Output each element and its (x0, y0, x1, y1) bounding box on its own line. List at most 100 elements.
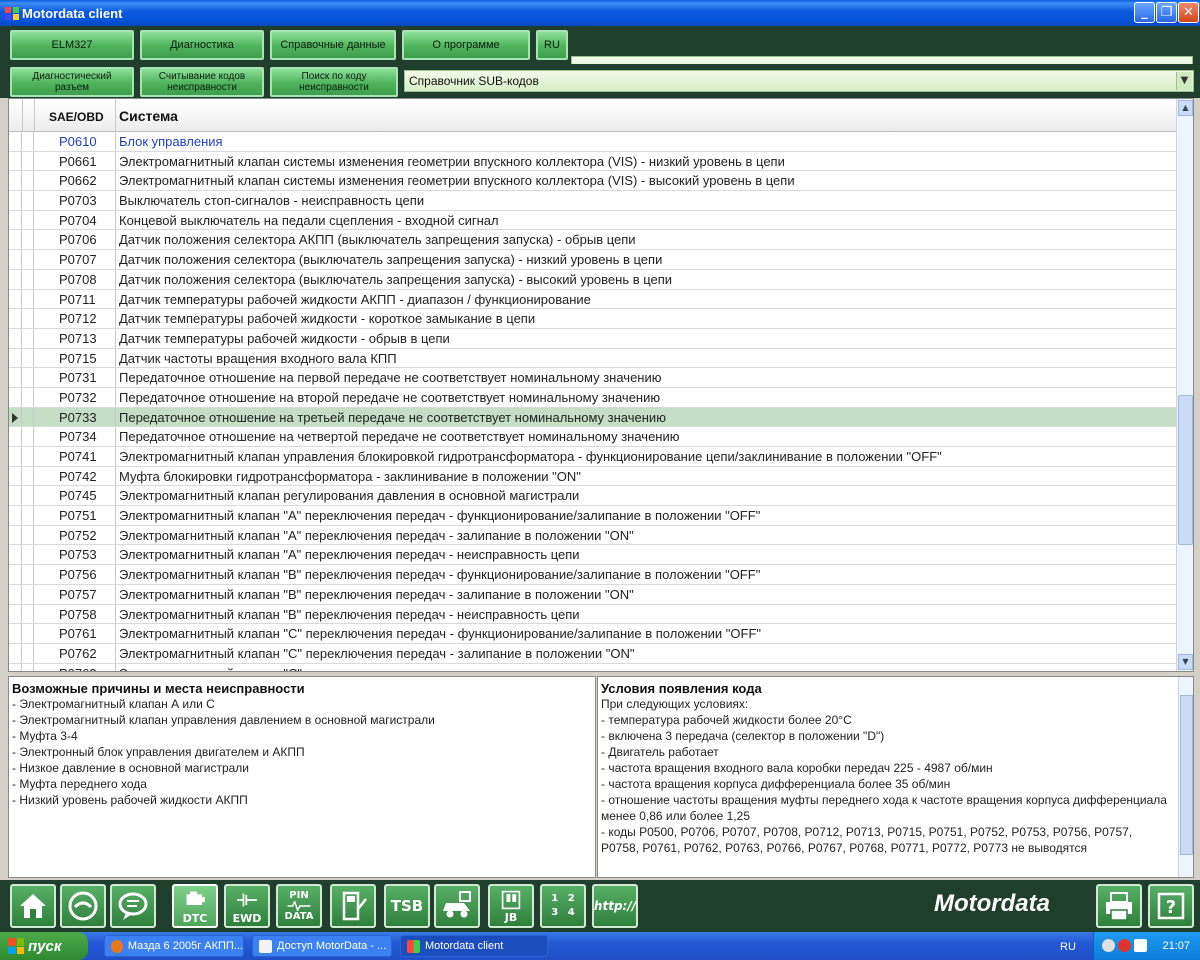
row-indicator[interactable] (9, 191, 22, 210)
taskbar-item-access[interactable]: Доступ MotorData - ... (252, 935, 392, 957)
row-indicator[interactable] (9, 269, 22, 289)
row-indicator[interactable] (9, 348, 22, 368)
antivirus-icon[interactable] (1118, 939, 1131, 952)
table-row[interactable]: P0745 Электромагнитный клапан регулирован… (9, 486, 1177, 507)
table-row[interactable]: P0753 Электромагнитный клапан "А" переклю… (9, 545, 1177, 566)
row-indicator[interactable] (9, 525, 22, 545)
row-indicator[interactable] (9, 171, 22, 191)
multimeter-button[interactable] (330, 884, 376, 928)
table-row[interactable]: P0706 Датчик положения селектора АКПП (вы… (9, 230, 1177, 251)
row-indicator[interactable] (9, 132, 22, 151)
start-button[interactable]: пуск (0, 932, 88, 960)
table-row[interactable]: P0713 Датчик температуры рабочей жидкости… (9, 328, 1177, 349)
table-row[interactable]: P0742 Муфта блокировки гидротрансформатор… (9, 466, 1177, 487)
table-row[interactable]: P0741 Электромагнитный клапан управления … (9, 447, 1177, 467)
table-row[interactable]: P0707 Датчик положения селектора (выключа… (9, 250, 1177, 270)
table-row[interactable]: P0734 Передаточное отношение на четвертой… (9, 427, 1177, 447)
jb-button[interactable]: JB (488, 884, 534, 928)
taskbar-item-browser[interactable]: Мазда 6 2005г АКПП... (104, 935, 244, 957)
table-row[interactable]: P0756 Электромагнитный клапан "B" переклю… (9, 565, 1177, 585)
table-row[interactable]: P0610 Блок управления (9, 132, 1177, 152)
table-row[interactable]: P0731 Передаточное отношение на первой пе… (9, 368, 1177, 388)
table-scrollbar[interactable]: ▲ ▼ (1176, 99, 1193, 671)
row-indicator[interactable] (9, 466, 22, 486)
table-row[interactable]: P0733 Передаточное отношение на третьей п… (9, 407, 1177, 428)
title-bar[interactable]: Motordata client _ ❐ ✕ (0, 0, 1200, 26)
table-row[interactable]: P0732 Передаточное отношение на второй пе… (9, 387, 1177, 408)
table-row[interactable]: P0712 Датчик температуры рабочей жидкости… (9, 309, 1177, 329)
table-row[interactable]: P0704 Концевой выключатель на педали сцеп… (9, 210, 1177, 231)
handshake-button[interactable] (60, 884, 106, 928)
pin-data-button[interactable]: PIN DATA (276, 884, 322, 928)
table-row[interactable]: P0703 Выключатель стоп-сигналов - неиспра… (9, 191, 1177, 211)
taskbar-item-motordata[interactable]: Motordata client (400, 935, 548, 957)
home-button[interactable] (10, 884, 56, 928)
row-indicator[interactable] (9, 604, 22, 624)
row-indicator[interactable] (9, 663, 22, 671)
table-row[interactable]: P0762 Электромагнитный клапан "C" переклю… (9, 643, 1177, 664)
conditions-scrollbar[interactable] (1178, 677, 1193, 877)
sub-codes-dropdown[interactable]: Справочник SUB-кодов ▼ (404, 70, 1194, 92)
maximize-button[interactable]: ❐ (1156, 2, 1177, 23)
column-header-system[interactable]: Система (119, 108, 178, 124)
row-indicator[interactable] (9, 250, 22, 269)
close-button[interactable]: ✕ (1178, 2, 1199, 23)
car-service-button[interactable] (434, 884, 480, 928)
row-indicator[interactable] (9, 584, 22, 604)
table-row[interactable]: P0763 Электромагнитный клапан "C" переклю… (9, 663, 1177, 671)
row-indicator[interactable] (9, 506, 22, 525)
volume-icon[interactable] (1134, 939, 1147, 952)
chevron-down-icon[interactable]: ▼ (1176, 72, 1192, 90)
row-indicator[interactable] (9, 387, 22, 407)
search-code-button[interactable]: Поиск по коду неисправности (270, 67, 398, 97)
row-indicator[interactable] (9, 368, 22, 387)
column-header-code[interactable]: SAE/OBD (49, 110, 104, 124)
row-indicator[interactable] (9, 447, 22, 466)
read-codes-button[interactable]: Считывание кодов неисправности (140, 67, 264, 97)
row-indicator[interactable] (9, 427, 22, 446)
diagnostics-button[interactable]: Диагностика (140, 30, 264, 60)
row-indicator[interactable] (9, 210, 22, 230)
scroll-down-icon[interactable]: ▼ (1178, 654, 1193, 670)
row-indicator[interactable] (9, 230, 22, 250)
table-row[interactable]: P0751 Электромагнитный клапан "А" переклю… (9, 506, 1177, 526)
table-row[interactable]: P0752 Электромагнитный клапан "А" переклю… (9, 525, 1177, 546)
help-button[interactable]: ? (1148, 884, 1194, 928)
table-row[interactable]: P0662 Электромагнитный клапан системы изм… (9, 171, 1177, 192)
table-row[interactable]: P0757 Электромагнитный клапан "B" переклю… (9, 584, 1177, 605)
condition-item: - температура рабочей жидкости более 20°… (601, 713, 852, 727)
table-row[interactable]: P0661 Электромагнитный клапан системы изм… (9, 151, 1177, 172)
table-row[interactable]: P0758 Электромагнитный клапан "B" переклю… (9, 604, 1177, 625)
conditions-scroll-thumb[interactable] (1180, 695, 1193, 855)
scroll-up-icon[interactable]: ▲ (1178, 100, 1193, 116)
table-row[interactable]: P0715 Датчик частоты вращения входного ва… (9, 348, 1177, 369)
gear-diagram-button[interactable]: 1 2 3 4 (540, 884, 586, 928)
row-indicator[interactable] (9, 624, 22, 643)
row-indicator[interactable] (9, 309, 22, 328)
chat-button[interactable] (110, 884, 156, 928)
row-indicator[interactable] (9, 643, 22, 663)
keyboard-language[interactable]: RU (1060, 941, 1076, 953)
diag-connector-button[interactable]: Диагностический разъем (10, 67, 134, 97)
print-button[interactable] (1096, 884, 1142, 928)
scroll-thumb[interactable] (1178, 395, 1193, 545)
row-indicator[interactable] (9, 565, 22, 584)
row-indicator[interactable] (9, 151, 22, 171)
row-indicator[interactable] (9, 486, 22, 506)
elm327-button[interactable]: ELM327 (10, 30, 134, 60)
table-row[interactable]: P0711 Датчик температуры рабочей жидкости… (9, 289, 1177, 310)
network-icon[interactable] (1102, 939, 1115, 952)
language-button[interactable]: RU (536, 30, 568, 60)
tsb-button[interactable]: TSB (384, 884, 430, 928)
reference-data-button[interactable]: Справочные данные (270, 30, 396, 60)
http-button[interactable]: http:// (592, 884, 638, 928)
row-indicator[interactable] (9, 289, 22, 309)
ewd-button[interactable]: EWD (224, 884, 270, 928)
row-indicator[interactable] (9, 328, 22, 348)
about-button[interactable]: О программе (402, 30, 530, 60)
table-row[interactable]: P0708 Датчик положения селектора (выключа… (9, 269, 1177, 290)
minimize-button[interactable]: _ (1134, 2, 1155, 23)
row-indicator[interactable] (9, 545, 22, 565)
table-row[interactable]: P0761 Электромагнитный клапан "C" переклю… (9, 624, 1177, 644)
dtc-button[interactable]: DTC (172, 884, 218, 928)
